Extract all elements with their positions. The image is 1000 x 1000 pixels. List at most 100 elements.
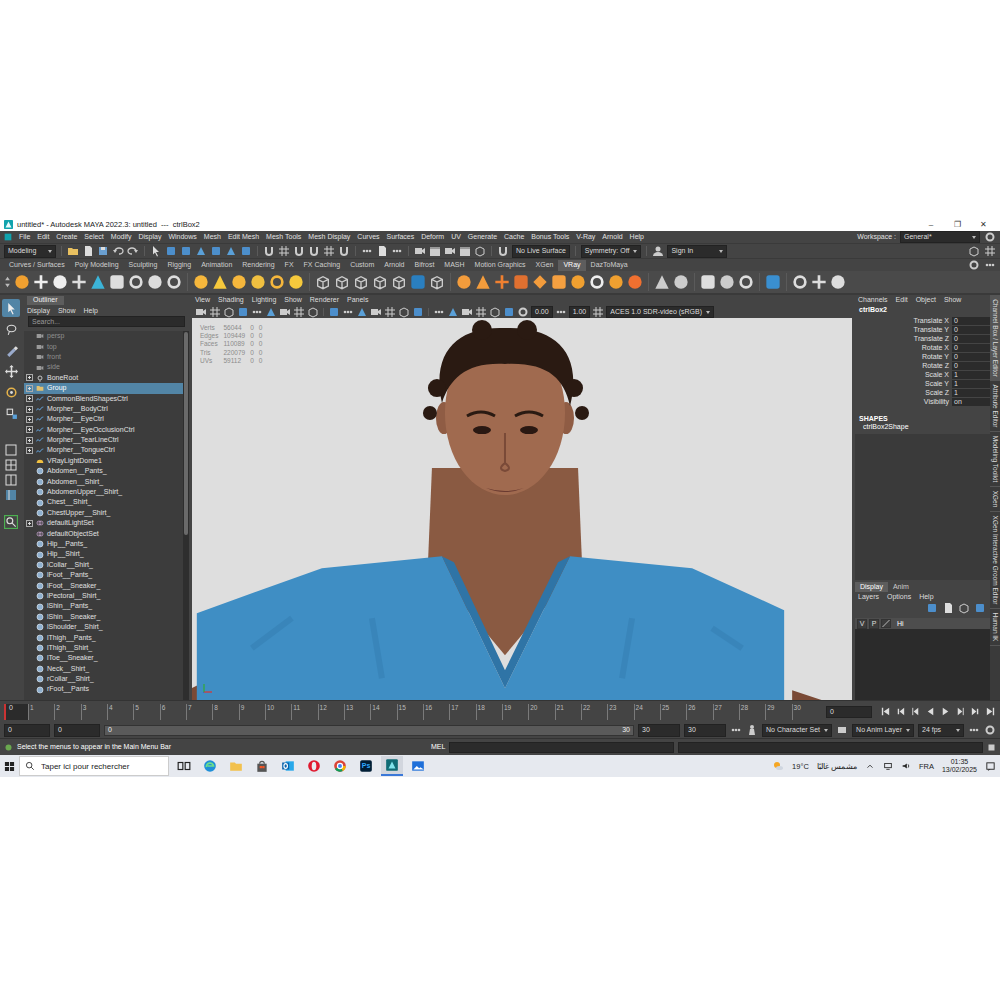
expand-toggle[interactable] bbox=[26, 541, 33, 548]
component-icon[interactable] bbox=[447, 306, 459, 318]
expand-toggle[interactable] bbox=[26, 385, 33, 392]
settings-icon[interactable] bbox=[984, 231, 996, 243]
viewport-menu-item[interactable]: Panels bbox=[347, 296, 368, 304]
shelf-tool-icon[interactable] bbox=[700, 274, 716, 290]
settings-icon[interactable] bbox=[517, 306, 529, 318]
grid-snap-icon[interactable] bbox=[984, 245, 996, 257]
shelf-tool-icon[interactable] bbox=[410, 274, 426, 290]
shelf-tool-icon[interactable] bbox=[288, 274, 304, 290]
snap-icon[interactable] bbox=[308, 245, 320, 257]
mask-icon[interactable] bbox=[210, 245, 222, 257]
outliner-item[interactable]: Morpher__EyeOcclusionCtrl bbox=[24, 425, 183, 435]
viewport-menu-item[interactable]: Shading bbox=[218, 296, 244, 304]
rotate-tool-icon[interactable] bbox=[5, 386, 18, 399]
history-icon[interactable] bbox=[251, 306, 263, 318]
shelf-tool-icon[interactable] bbox=[811, 274, 827, 290]
outliner-item[interactable]: persp bbox=[24, 331, 183, 341]
outliner-item[interactable]: lFoot__Pants_ bbox=[24, 570, 183, 580]
layer-visibility-toggle[interactable]: V bbox=[857, 619, 867, 629]
render-view-icon[interactable] bbox=[429, 245, 441, 257]
expand-toggle[interactable] bbox=[26, 613, 33, 620]
outliner-item[interactable]: BoneRoot bbox=[24, 373, 183, 383]
expand-toggle[interactable] bbox=[26, 510, 33, 517]
taskbar-app[interactable] bbox=[199, 756, 221, 776]
side-tab[interactable]: Attribute Editor bbox=[990, 381, 1000, 432]
side-tab[interactable]: XGen Interactive Groom Editor bbox=[990, 512, 1000, 609]
range-end-field[interactable]: 30 bbox=[638, 724, 680, 736]
menu-item[interactable]: Edit bbox=[37, 233, 49, 241]
channel-attribute[interactable]: Translate X0 bbox=[855, 317, 990, 326]
shelf-tab[interactable]: Curves / Surfaces bbox=[4, 260, 70, 270]
menu-item[interactable]: Select bbox=[84, 233, 103, 241]
shelf-tool-icon[interactable] bbox=[429, 274, 445, 290]
shelf-tool-icon[interactable] bbox=[147, 274, 163, 290]
shelf-tool-icon[interactable] bbox=[551, 274, 567, 290]
mask-icon[interactable] bbox=[240, 245, 252, 257]
menu-item[interactable]: Mesh bbox=[204, 233, 221, 241]
expand-toggle[interactable] bbox=[26, 593, 33, 600]
shelf-tool-icon[interactable] bbox=[570, 274, 586, 290]
shelf-tool-icon[interactable] bbox=[494, 274, 510, 290]
layer-editor-tab[interactable]: Anim bbox=[888, 582, 914, 592]
cube-icon[interactable] bbox=[223, 306, 235, 318]
outliner-item[interactable]: ChestUpper__Shirt_ bbox=[24, 508, 183, 518]
viewport-menu-item[interactable]: Renderer bbox=[310, 296, 339, 304]
taskbar-search-input[interactable] bbox=[39, 761, 163, 773]
end-frame-field[interactable]: 30 bbox=[684, 724, 726, 736]
grid-snap-icon[interactable] bbox=[278, 245, 290, 257]
expand-toggle[interactable] bbox=[26, 645, 33, 652]
current-frame-field[interactable]: 0 bbox=[826, 706, 872, 718]
render-icon[interactable] bbox=[370, 306, 382, 318]
symmetry-dropdown[interactable]: Symmetry: Off bbox=[581, 245, 642, 257]
expand-toggle[interactable] bbox=[26, 530, 33, 537]
outliner-item[interactable]: lToe__Sneaker_ bbox=[24, 653, 183, 663]
window-control-button[interactable]: ✕ bbox=[970, 220, 996, 230]
menu-item[interactable]: Help bbox=[630, 233, 644, 241]
window-control-button[interactable]: – bbox=[918, 220, 944, 230]
channel-attribute[interactable]: Visibilityon bbox=[855, 398, 990, 407]
expand-toggle[interactable] bbox=[26, 354, 33, 361]
shelf-tool-icon[interactable] bbox=[475, 274, 491, 290]
shelf-tool-icon[interactable] bbox=[353, 274, 369, 290]
play-forward-icon[interactable] bbox=[940, 706, 951, 717]
shelf-tab[interactable]: Animation bbox=[196, 260, 237, 270]
channel-attribute[interactable]: Scale Z1 bbox=[855, 389, 990, 398]
attribute-value[interactable]: 1 bbox=[952, 389, 990, 397]
outliner-item[interactable]: lShin__Pants_ bbox=[24, 601, 183, 611]
step-back-icon[interactable] bbox=[910, 706, 921, 717]
outliner-item[interactable]: lFoot__Sneaker_ bbox=[24, 581, 183, 591]
select-tool-icon[interactable] bbox=[5, 302, 18, 315]
expand-toggle[interactable] bbox=[26, 582, 33, 589]
outliner-item[interactable]: VRayLightDome1 bbox=[24, 456, 183, 466]
snap-icon[interactable] bbox=[263, 245, 275, 257]
expand-toggle[interactable] bbox=[26, 333, 33, 340]
outliner-item[interactable]: top bbox=[24, 342, 183, 352]
attribute-value[interactable]: 0 bbox=[952, 353, 990, 361]
attribute-value[interactable]: 0 bbox=[952, 344, 990, 352]
cube-icon[interactable] bbox=[958, 602, 970, 614]
exposure-field[interactable]: 0.00 bbox=[531, 306, 553, 318]
go-to-start-icon[interactable] bbox=[880, 706, 891, 717]
expand-toggle[interactable] bbox=[26, 416, 33, 423]
outliner-item[interactable]: Abdomen__Pants_ bbox=[24, 466, 183, 476]
menu-item[interactable]: Cache bbox=[504, 233, 524, 241]
mask-icon[interactable] bbox=[503, 306, 515, 318]
history-icon[interactable] bbox=[391, 245, 403, 257]
layer-playback-toggle[interactable]: P bbox=[869, 619, 879, 629]
sign-in-dropdown[interactable]: Sign In bbox=[667, 245, 727, 257]
lasso-tool-icon[interactable] bbox=[5, 323, 18, 336]
outliner-menu-item[interactable]: Help bbox=[83, 307, 97, 315]
taskbar-app[interactable] bbox=[251, 756, 273, 776]
channel-attribute[interactable]: Rotate X0 bbox=[855, 344, 990, 353]
expand-toggle[interactable] bbox=[26, 520, 33, 527]
character-set-icon[interactable] bbox=[746, 724, 758, 736]
shelf-down-icon[interactable] bbox=[4, 282, 11, 289]
outliner-item[interactable]: Morpher__TongueCtrl bbox=[24, 445, 183, 455]
outliner-item[interactable]: lThigh__Shirt_ bbox=[24, 643, 183, 653]
select-icon[interactable] bbox=[150, 245, 162, 257]
side-tab[interactable]: Modeling Toolkit bbox=[990, 432, 1000, 487]
user-icon[interactable] bbox=[652, 245, 664, 257]
new-file-icon[interactable] bbox=[82, 245, 94, 257]
history-icon[interactable] bbox=[555, 306, 567, 318]
expand-toggle[interactable] bbox=[26, 395, 33, 402]
